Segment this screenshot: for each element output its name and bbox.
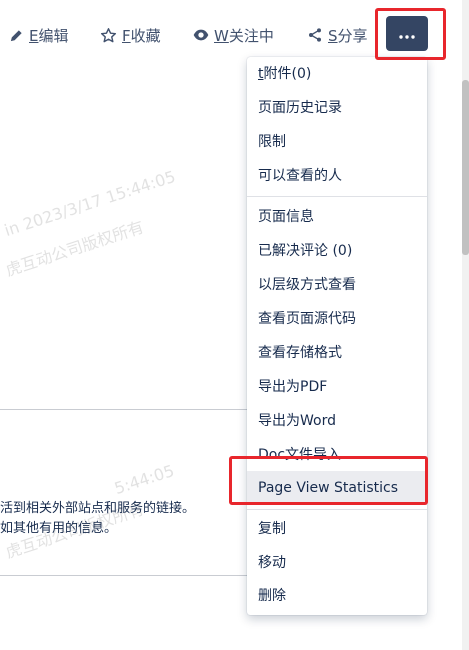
menu-item-restrictions[interactable]: 限制 [247,125,427,159]
menu-separator [247,509,427,510]
menu-item-view-hierarchy[interactable]: 以层级方式查看 [247,268,427,302]
menu-item-attachments[interactable]: t附件(0) [247,57,427,91]
favorite-button[interactable]: F收藏 [100,24,161,46]
star-icon [100,27,117,44]
edit-label: 编辑 [38,26,69,45]
share-shortcut: S [328,26,338,45]
highlight-box-page-view-statistics [229,456,428,505]
menu-item-move[interactable]: 移动 [247,546,427,580]
menu-item-view-source[interactable]: 查看页面源代码 [247,302,427,336]
content-divider [0,409,247,410]
scrollbar[interactable] [462,0,469,650]
watch-button[interactable]: W关注中 [193,24,274,46]
content-divider [0,575,247,576]
watch-label: 关注中 [228,26,274,45]
favorite-label: 收藏 [130,26,161,45]
menu-item-delete[interactable]: 删除 [247,579,427,613]
menu-separator [247,196,427,197]
content-text: 如其他有用的信息。 [0,521,118,536]
watch-shortcut: W [214,26,229,45]
share-button[interactable]: S分享 [307,24,368,46]
share-icon [307,27,323,43]
menu-item-export-pdf[interactable]: 导出为PDF [247,370,427,404]
menu-item-page-history[interactable]: 页面历史记录 [247,91,427,125]
menu-item-resolved-comments[interactable]: 已解决评论 (0) [247,234,427,268]
attachments-label: 附件(0) [263,66,312,82]
eye-icon [193,27,209,43]
watermark-text: 5:44:05 [112,460,177,499]
scrollbar-thumb[interactable] [462,80,469,255]
menu-item-export-word[interactable]: 导出为Word [247,404,427,438]
favorite-shortcut: F [122,26,131,45]
menu-item-who-can-view[interactable]: 可以查看的人 [247,159,427,193]
menu-item-page-info[interactable]: 页面信息 [247,200,427,234]
menu-item-view-storage-format[interactable]: 查看存储格式 [247,336,427,370]
pencil-icon [9,28,24,43]
share-label: 分享 [337,26,368,45]
menu-item-copy[interactable]: 复制 [247,512,427,546]
more-actions-menu: t附件(0) 页面历史记录 限制 可以查看的人 页面信息 已解决评论 (0) 以… [247,57,427,615]
highlight-box-more-button [375,8,446,60]
content-text: 活到相关外部站点和服务的链接。 [0,501,196,516]
edit-button[interactable]: E编辑 [9,24,69,46]
